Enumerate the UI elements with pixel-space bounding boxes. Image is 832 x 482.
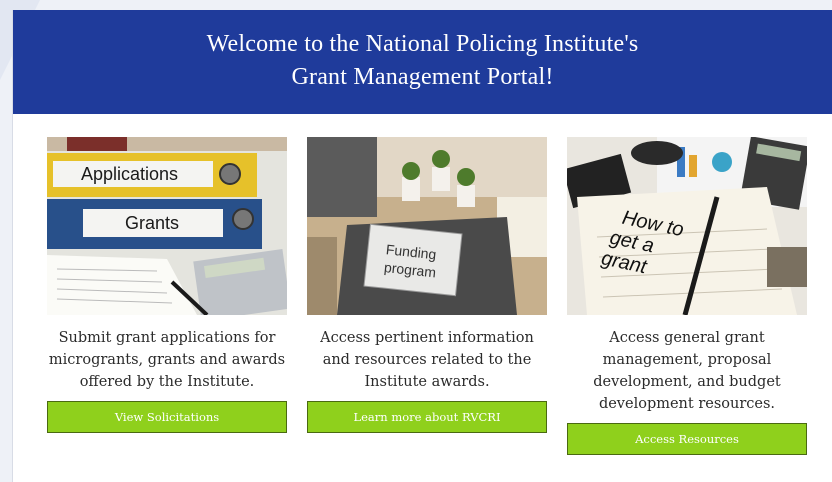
card-description: Submit grant applications for microgrant…: [48, 330, 286, 390]
binder-label-grants: Grants: [125, 213, 179, 233]
welcome-banner: Welcome to the National Policing Institu…: [13, 10, 832, 114]
card-resources: How to get a grant Access general grant …: [567, 137, 807, 455]
portal-panel: Welcome to the National Policing Institu…: [12, 10, 832, 482]
card-rvcri: Funding program Access pertinent informa…: [307, 137, 547, 433]
how-to-get-a-grant-notebook-image: How to get a grant: [567, 137, 807, 315]
welcome-title-line1: Welcome to the National Policing Institu…: [206, 31, 639, 57]
card-solicitations: Applications Grants Submit grant applica…: [47, 137, 287, 433]
funding-program-folder-image: Funding program: [307, 137, 547, 315]
learn-more-rvcri-button[interactable]: Learn more about RVCRI: [307, 401, 547, 433]
access-resources-button[interactable]: Access Resources: [567, 423, 807, 455]
card-description: Access pertinent information and resourc…: [320, 330, 534, 390]
card-description: Access general grant management, proposa…: [593, 330, 781, 412]
binder-label-applications: Applications: [81, 164, 178, 184]
view-solicitations-button[interactable]: View Solicitations: [47, 401, 287, 433]
applications-grants-binders-image: Applications Grants: [47, 137, 287, 315]
welcome-title-line2: Grant Management Portal!: [291, 64, 554, 90]
